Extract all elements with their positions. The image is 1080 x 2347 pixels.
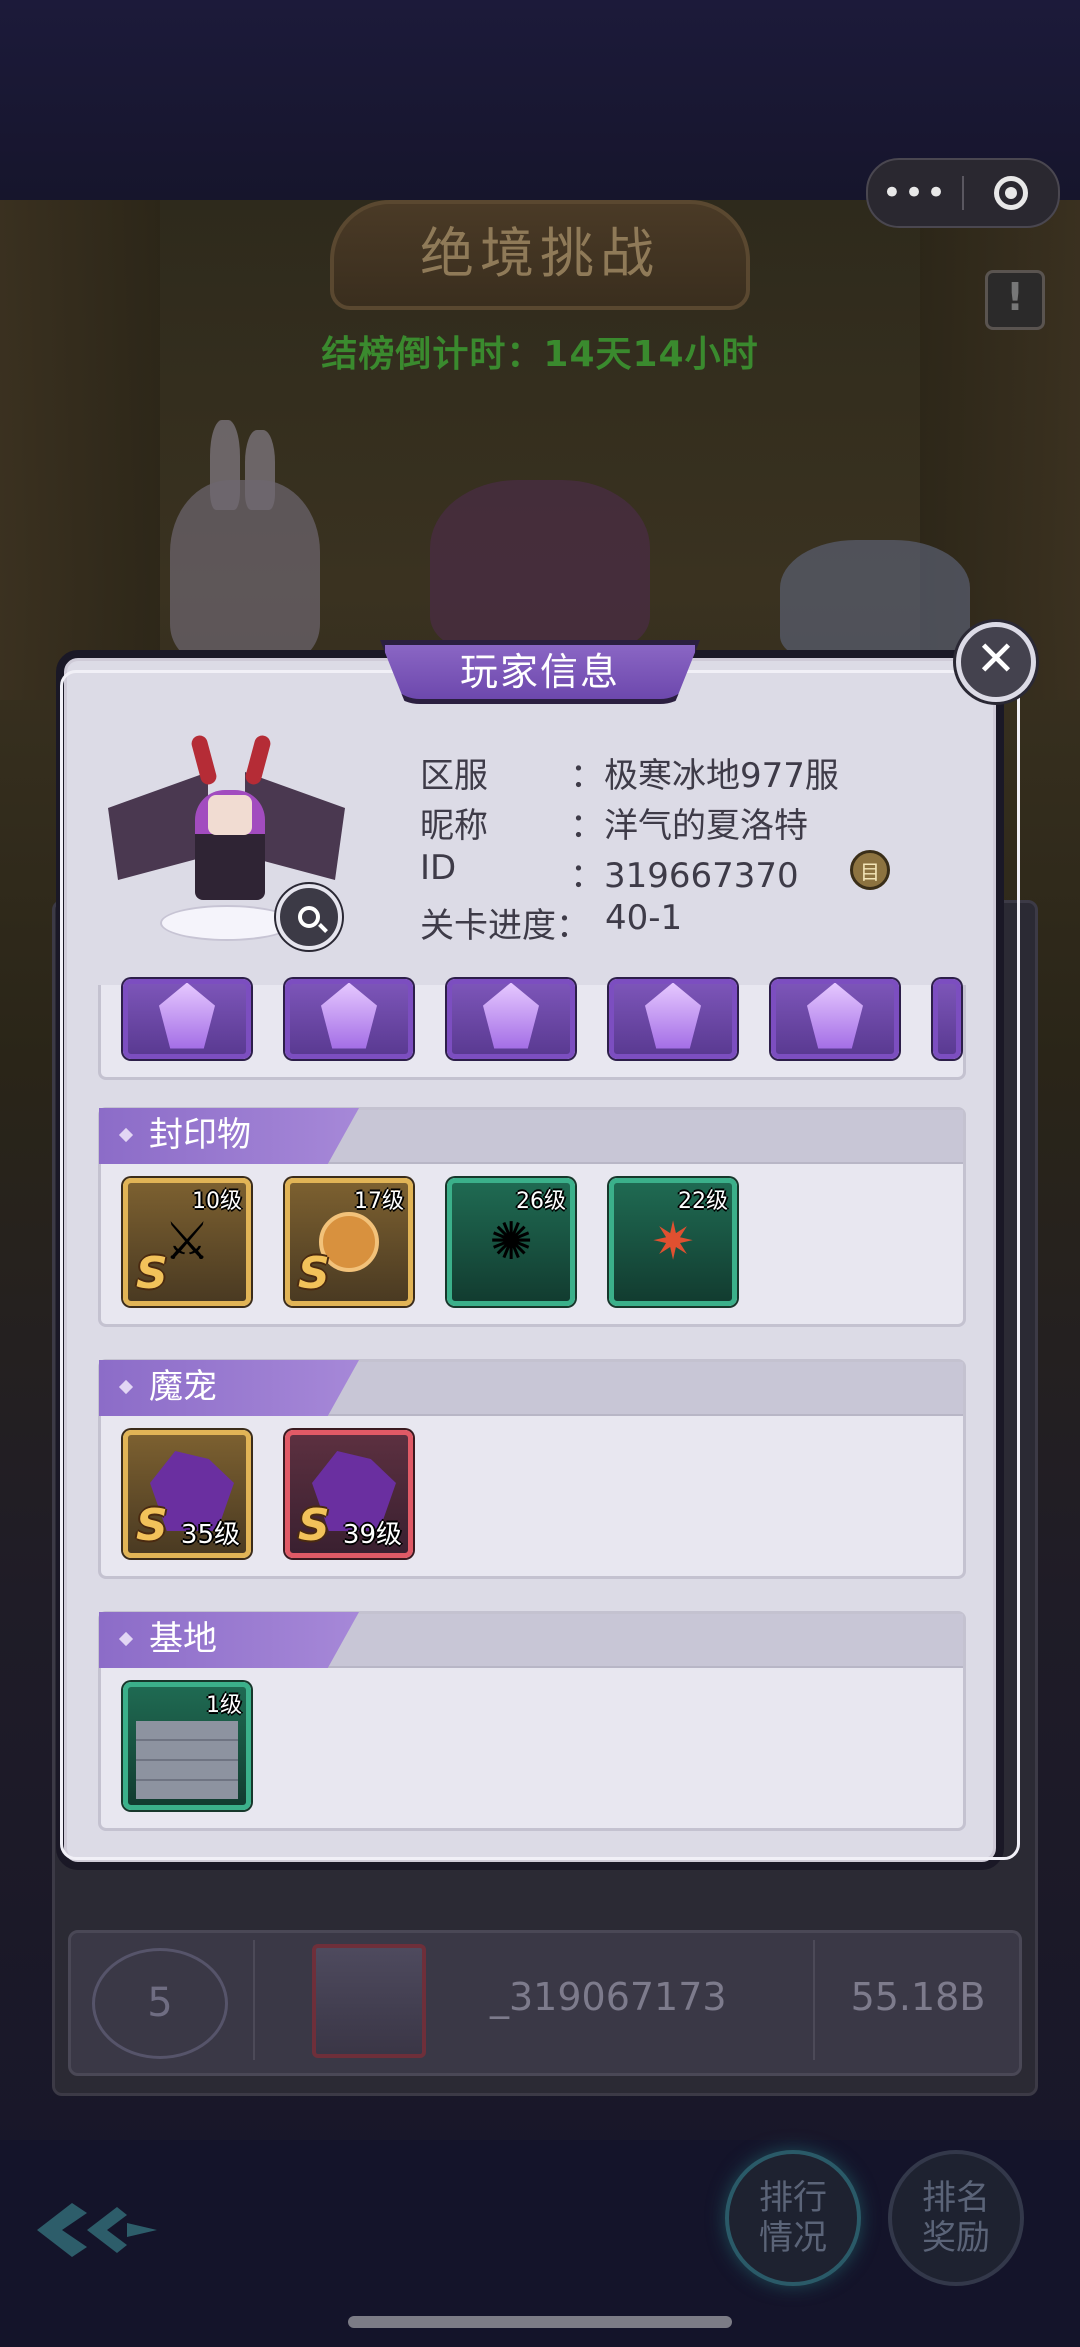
gem-slot[interactable] [285,979,413,1059]
base-title: 基地 [99,1612,359,1668]
grade-badge: S [298,1248,330,1299]
item-level: 39级 [342,1520,402,1550]
magnifier-icon [298,906,320,928]
gem-slot[interactable] [123,979,251,1059]
grade-badge: S [136,1248,168,1299]
second-place-character [170,480,320,660]
character-pedestal [160,905,294,941]
crossed-swords-icon: ⚔ [163,1212,211,1272]
stone-wall-icon [136,1721,238,1799]
stage-progress-label: 关卡进度： [420,906,590,946]
pets-section: 魔宠 S 35级 S 39级 [98,1359,966,1579]
home-indicator [348,2316,732,2328]
nickname-label: 昵称 [420,806,488,846]
rules-info-button[interactable]: ! [985,270,1045,330]
miniprogram-capsule: ••• [866,158,1060,228]
item-level: 35级 [180,1520,240,1550]
fireworks-flower-icon: ✺ [489,1212,533,1272]
stage-progress-value: 40-1 [605,898,683,938]
item-level: 17级 [354,1189,404,1214]
star-gem-icon [483,982,539,1049]
ranking-rewards-label: 排名 奖励 [922,2178,990,2258]
first-place-character [430,480,650,650]
pets-title: 魔宠 [99,1360,359,1416]
ranking-status-label: 排行 情况 [759,2178,827,2258]
gem-icon [645,982,701,1049]
seal-item[interactable]: ✺ 26级 [447,1178,575,1306]
view-character-button[interactable] [276,884,342,950]
gem-slot[interactable] [933,979,961,1059]
dialog-title: 玩家信息 [380,640,700,704]
seal-item[interactable]: ⚔ S 10级 [123,1178,251,1306]
id-value: ：319667370 [570,856,799,896]
close-icon: ✕ [975,631,1017,687]
row-divider [253,1940,255,2060]
player-name: _319067173 [490,1975,727,2019]
ranking-countdown: 结榜倒计时：14天14小时 [321,334,759,375]
curtain-left [0,200,160,700]
base-item[interactable]: 1级 [123,1682,251,1810]
gem-slot[interactable] [609,979,737,1059]
row-divider [813,1940,815,2060]
player-avatar[interactable] [312,1944,426,2058]
copy-icon: 目 [860,860,880,884]
nickname-value: ：洋气的夏洛特 [570,806,808,846]
gem-icon [159,982,215,1049]
character-face [208,795,252,835]
base-section: 基地 1级 [98,1611,966,1831]
more-button[interactable]: ••• [868,173,962,213]
item-level: 22级 [678,1189,728,1214]
item-level: 26级 [516,1189,566,1214]
gem-panel [98,979,966,1080]
item-level: 10级 [192,1189,242,1214]
page-title: 绝境挑战 [330,200,750,310]
target-icon [994,176,1028,210]
gem-slot[interactable] [447,979,575,1059]
star-burst-icon: ✷ [651,1212,695,1272]
pet-item[interactable]: S 39级 [285,1430,413,1558]
seal-item[interactable]: ✷ 22级 [609,1178,737,1306]
pet-item[interactable]: S 35级 [123,1430,251,1558]
gem-slot[interactable] [771,979,899,1059]
server-label: 区服 [420,756,488,796]
ranking-status-button[interactable]: 排行 情况 [725,2150,861,2286]
close-miniprogram-button[interactable] [964,176,1058,210]
close-dialog-button[interactable]: ✕ [956,622,1036,702]
server-value: ：极寒冰地977服 [570,756,839,796]
item-level: 1级 [206,1693,242,1718]
seals-title: 封印物 [99,1108,359,1164]
gem-icon [321,982,377,1049]
gem-icon [807,982,863,1049]
copy-id-button[interactable]: 目 [850,850,890,890]
grade-badge: S [136,1500,168,1551]
third-place-character [780,540,970,660]
seal-item[interactable]: S 17级 [285,1178,413,1306]
grade-badge: S [298,1500,330,1551]
id-label: ID [420,848,457,888]
back-arrow-icon[interactable] [32,2195,172,2265]
player-score: 55.18B [850,1975,986,2019]
seals-section: 封印物 ⚔ S 10级 S 17级 ✺ 26级 ✷ 22级 [98,1107,966,1327]
rank-number: 5 [92,1948,228,2059]
ranking-rewards-button[interactable]: 排名 奖励 [888,2150,1024,2286]
